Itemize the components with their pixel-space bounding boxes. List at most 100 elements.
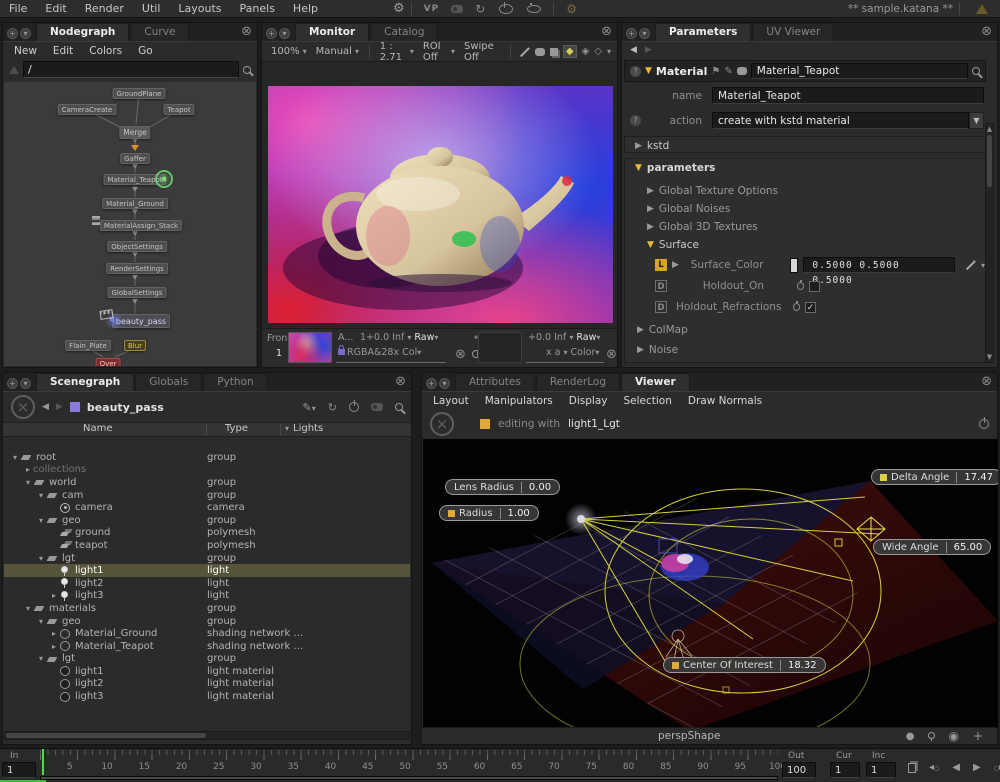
scrollbar-thumb[interactable] <box>6 733 206 738</box>
front-channels[interactable]: RGBA&28x Col▾ <box>338 347 421 358</box>
wide-angle-label[interactable]: Wide Angle65.00 <box>873 539 991 555</box>
tab-nodegraph[interactable]: Nodegraph <box>36 23 129 41</box>
add-pane-icon[interactable]: + <box>626 28 637 39</box>
add-pane-icon[interactable]: + <box>7 378 18 389</box>
delta-angle-label[interactable]: Delta Angle17.47 <box>871 469 998 485</box>
expander-icon[interactable]: ▸ <box>49 629 59 638</box>
pixel-probe-icon[interactable]: ◇ <box>594 46 602 57</box>
column-name[interactable]: Name <box>83 423 113 434</box>
menu-panels[interactable]: Panels <box>231 2 284 15</box>
scenegraph-row-material-ground[interactable]: ▸Material_Groundshading network ... <box>4 627 410 640</box>
menu-edit[interactable]: Edit <box>36 2 75 15</box>
roi-dropdown[interactable]: ROI Off▾ <box>420 41 458 63</box>
node-path-input[interactable] <box>23 61 239 78</box>
comment-icon[interactable] <box>737 67 747 75</box>
out-field[interactable]: 100 <box>782 762 816 778</box>
node-rendersettings[interactable]: RenderSettings <box>106 263 168 274</box>
expander-icon[interactable]: ▾ <box>10 453 20 462</box>
scenegraph-row-light2[interactable]: light2light <box>4 577 410 590</box>
flag-icon[interactable]: ⚑ <box>711 66 720 77</box>
group-surface[interactable]: ▼Surface <box>647 239 699 251</box>
search-icon[interactable] <box>243 66 251 74</box>
close-pane-icon[interactable]: ⊗ <box>976 374 997 391</box>
scenegraph-row-material-teapot[interactable]: ▸Material_Teapotshading network ... <box>4 640 410 653</box>
node-globalsettings[interactable]: GlobalSettings <box>107 287 166 298</box>
menu-edit[interactable]: Edit <box>46 45 80 57</box>
channel-rgba-icon[interactable]: ◆ <box>563 45 577 58</box>
forward-icon[interactable]: ▶ <box>56 402 63 412</box>
pane-menu-icon[interactable]: ▾ <box>20 378 31 389</box>
back-icon[interactable]: ◀ <box>42 402 49 412</box>
copy-frame-icon[interactable] <box>908 763 916 773</box>
dropdown-icon[interactable]: ▼ <box>969 112 984 129</box>
close-pane-icon[interactable]: ⊗ <box>236 24 257 41</box>
timer-icon[interactable] <box>527 5 541 13</box>
column-divider[interactable] <box>280 424 281 435</box>
resolver-icon[interactable] <box>451 5 463 13</box>
scenegraph-row-geo[interactable]: ▾geogroup <box>4 615 410 628</box>
forward-icon[interactable]: ▶ <box>645 45 652 55</box>
scenegraph-row-cam[interactable]: ▾camgroup <box>4 489 410 502</box>
tab-renderlog[interactable]: RenderLog <box>536 373 620 391</box>
power-icon[interactable] <box>499 4 513 14</box>
tab-catalog[interactable]: Catalog <box>370 23 438 41</box>
pane-menu-icon[interactable]: ▾ <box>639 28 650 39</box>
stopwatch-icon[interactable] <box>793 303 800 311</box>
tab-curve[interactable]: Curve <box>130 23 189 41</box>
tab-scenegraph[interactable]: Scenegraph <box>36 373 134 391</box>
scenegraph-row-ground[interactable]: groundpolymesh <box>4 527 410 540</box>
menu-util[interactable]: Util <box>133 2 169 15</box>
clear-front-icon[interactable]: ⊗ <box>455 347 466 362</box>
menu-layout[interactable]: Layout <box>426 395 476 407</box>
node-name-field[interactable]: Material_Teapot <box>751 63 968 79</box>
close-pane-icon[interactable]: ⊗ <box>976 24 997 41</box>
scrollbar-thumb[interactable] <box>41 777 777 779</box>
column-type[interactable]: Type <box>225 423 248 434</box>
column-divider[interactable] <box>206 424 207 435</box>
group-global-3d-textures[interactable]: ▶Global 3D Textures <box>647 221 758 233</box>
close-pane-icon[interactable]: ⊗ <box>390 374 411 391</box>
search-icon[interactable] <box>395 403 403 411</box>
cur-field[interactable]: 1 <box>830 762 860 778</box>
update-mode-dropdown[interactable]: Manual▾ <box>313 46 362 57</box>
scrollbar-thumb[interactable] <box>987 135 992 187</box>
layers-icon[interactable] <box>550 48 558 56</box>
scenegraph-row-light2[interactable]: light2light material <box>4 678 410 691</box>
expander-icon[interactable]: ▾ <box>36 617 46 626</box>
scenegraph-row-materials[interactable]: ▾materialsgroup <box>4 602 410 615</box>
node-groundplane[interactable]: GroundPlane <box>113 88 166 99</box>
scenegraph-row-collections[interactable]: ▸collections <box>4 464 410 477</box>
dropdown-icon[interactable]: ▾ <box>607 47 611 56</box>
back-channels[interactable]: x a ▾ Color▾ <box>546 347 599 358</box>
bookmark-icon[interactable] <box>9 66 19 74</box>
node-over[interactable]: Over <box>96 358 121 366</box>
tab-attributes[interactable]: Attributes <box>455 373 535 391</box>
power-icon[interactable] <box>979 419 989 429</box>
pane-menu-icon[interactable]: ▾ <box>279 28 290 39</box>
action-dropdown[interactable]: create with kstd material <box>712 112 969 129</box>
refresh-icon[interactable]: ↻ <box>469 2 491 16</box>
group-colmap[interactable]: ▶ColMap <box>637 324 688 336</box>
node-materialassign-stack[interactable]: MaterialAssign_Stack <box>100 220 182 231</box>
render-icon[interactable]: ⚙ <box>560 2 583 16</box>
add-pane-icon[interactable]: + <box>266 28 277 39</box>
step-back-icon[interactable]: ◀ <box>952 762 960 773</box>
surface-color-values[interactable]: 0.5000 0.5000 0.5000 <box>803 257 955 273</box>
back-icon[interactable]: ◀ <box>630 45 637 55</box>
menu-file[interactable]: File <box>0 2 36 15</box>
display-dot-icon[interactable]: ● <box>906 731 915 742</box>
menu-draw-normals[interactable]: Draw Normals <box>681 395 769 407</box>
expander-icon[interactable]: ▾ <box>36 654 46 663</box>
resolver-icon[interactable] <box>371 403 383 411</box>
holdout-on-checkbox[interactable] <box>809 281 820 292</box>
lock-icon[interactable] <box>338 349 345 355</box>
group-global-texture-options[interactable]: ▶Global Texture Options <box>647 185 778 197</box>
pane-menu-icon[interactable]: ▾ <box>439 378 450 389</box>
scenegraph-row-geo[interactable]: ▾geogroup <box>4 514 410 527</box>
node-objectsettings[interactable]: ObjectSettings <box>107 241 167 252</box>
column-lights[interactable]: ▾Lights <box>285 423 323 434</box>
expander-icon[interactable]: ▶ <box>635 141 642 151</box>
menu-render[interactable]: Render <box>76 2 133 15</box>
expander-icon[interactable]: ▶ <box>672 260 679 270</box>
scenegraph-row-light3[interactable]: light3light material <box>4 690 410 703</box>
